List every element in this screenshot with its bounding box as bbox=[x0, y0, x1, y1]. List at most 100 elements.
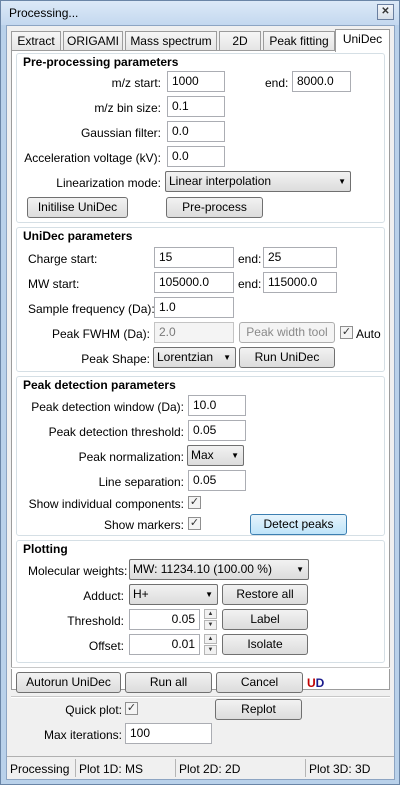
title-bar[interactable]: Processing... ✕ bbox=[1, 1, 399, 25]
mw-start-field[interactable]: 105000.0 bbox=[154, 272, 234, 293]
peak-window-field[interactable]: 10.0 bbox=[188, 395, 246, 416]
charge-start-field[interactable]: 15 bbox=[154, 247, 234, 268]
gaussian-filter-label: Gaussian filter: bbox=[80, 126, 161, 140]
tab-peak-fitting[interactable]: Peak fitting bbox=[263, 31, 335, 51]
unidec-logo: UD bbox=[307, 676, 324, 690]
adduct-value: H+ bbox=[133, 587, 149, 601]
tab-extract[interactable]: Extract bbox=[11, 31, 61, 51]
peak-shape-select[interactable]: Lorentzian ▼ bbox=[153, 347, 236, 368]
quick-plot-label: Quick plot: bbox=[65, 703, 122, 717]
mz-end-field[interactable]: 8000.0 bbox=[292, 71, 351, 92]
preprocessing-title: Pre-processing parameters bbox=[23, 55, 179, 69]
window-client: Extract ORIGAMI Mass spectrum 2D Peak fi… bbox=[6, 25, 395, 780]
status-plot3d: Plot 3D: 3D bbox=[309, 762, 371, 776]
sample-frequency-label: Sample frequency (Da): bbox=[28, 302, 155, 316]
separator bbox=[11, 667, 390, 669]
chevron-down-icon: ▼ bbox=[205, 590, 213, 599]
run-all-button[interactable]: Run all bbox=[125, 672, 212, 693]
mw-end-label: end: bbox=[238, 277, 262, 291]
mz-end-label: end: bbox=[265, 76, 289, 90]
unidec-params-title: UniDec parameters bbox=[23, 229, 133, 243]
accel-voltage-field[interactable]: 0.0 bbox=[167, 146, 225, 167]
chevron-down-icon: ▼ bbox=[338, 177, 346, 186]
offset-field[interactable]: 0.01 bbox=[129, 634, 200, 655]
adduct-label: Adduct: bbox=[83, 589, 124, 603]
spin-up-icon[interactable]: ▲ bbox=[204, 609, 217, 619]
spin-down-icon[interactable]: ▼ bbox=[204, 620, 217, 630]
chevron-down-icon: ▼ bbox=[223, 353, 231, 362]
linearization-label: Linearization mode: bbox=[56, 176, 161, 190]
offset-spinner[interactable]: ▲ ▼ bbox=[204, 634, 217, 655]
peak-normalization-select[interactable]: Max ▼ bbox=[187, 445, 244, 466]
peak-width-tool-button[interactable]: Peak width tool bbox=[239, 322, 335, 343]
replot-button[interactable]: Replot bbox=[215, 699, 302, 720]
status-plot1d: Plot 1D: MS bbox=[79, 762, 144, 776]
restore-all-button[interactable]: Restore all bbox=[222, 584, 308, 605]
peak-threshold-field[interactable]: 0.05 bbox=[188, 420, 246, 441]
close-icon[interactable]: ✕ bbox=[377, 4, 394, 20]
mw-end-field[interactable]: 115000.0 bbox=[263, 272, 337, 293]
molecular-weights-value: MW: 11234.10 (100.00 %) bbox=[133, 562, 272, 576]
initialise-unidec-button[interactable]: Initilise UniDec bbox=[27, 197, 128, 218]
bin-size-label: m/z bin size: bbox=[94, 101, 161, 115]
spin-up-icon[interactable]: ▲ bbox=[204, 634, 217, 644]
molecular-weights-select[interactable]: MW: 11234.10 (100.00 %) ▼ bbox=[129, 559, 309, 580]
cancel-button[interactable]: Cancel bbox=[216, 672, 303, 693]
linearization-value: Linear interpolation bbox=[169, 174, 272, 188]
isolate-button[interactable]: Isolate bbox=[222, 634, 308, 655]
peak-fwhm-label: Peak FWHM (Da): bbox=[51, 327, 150, 341]
detect-peaks-button[interactable]: Detect peaks bbox=[250, 514, 347, 535]
chevron-down-icon: ▼ bbox=[231, 451, 239, 460]
peak-fwhm-field[interactable]: 2.0 bbox=[154, 322, 234, 343]
peak-window-label: Peak detection window (Da): bbox=[31, 400, 184, 414]
max-iterations-field[interactable]: 100 bbox=[125, 723, 212, 744]
charge-start-label: Charge start: bbox=[28, 252, 98, 266]
quick-plot-checkbox[interactable]: ✓ bbox=[125, 702, 138, 715]
plot-threshold-field[interactable]: 0.05 bbox=[129, 609, 200, 630]
show-components-label: Show individual components: bbox=[28, 497, 184, 511]
peak-shape-label: Peak Shape: bbox=[81, 352, 150, 366]
unidec-panel: Pre-processing parameters m/z start: 100… bbox=[11, 50, 390, 690]
logo-u: U bbox=[307, 676, 316, 690]
gaussian-filter-field[interactable]: 0.0 bbox=[167, 121, 225, 142]
linearization-select[interactable]: Linear interpolation ▼ bbox=[165, 171, 351, 192]
chevron-down-icon: ▼ bbox=[296, 565, 304, 574]
autorun-unidec-button[interactable]: Autorun UniDec bbox=[16, 672, 121, 693]
run-unidec-button[interactable]: Run UniDec bbox=[239, 347, 335, 368]
show-components-checkbox[interactable]: ✓ bbox=[188, 496, 201, 509]
peak-normalization-label: Peak normalization: bbox=[78, 450, 184, 464]
peak-detection-group: Peak detection parameters Peak detection… bbox=[16, 376, 385, 536]
status-divider bbox=[75, 759, 76, 777]
label-button[interactable]: Label bbox=[222, 609, 308, 630]
plotting-title: Plotting bbox=[23, 542, 68, 556]
tab-2d[interactable]: 2D bbox=[219, 31, 261, 51]
peak-shape-value: Lorentzian bbox=[157, 350, 214, 364]
line-separation-label: Line separation: bbox=[98, 475, 184, 489]
accel-voltage-label: Acceleration voltage (kV): bbox=[24, 151, 161, 165]
preprocess-button[interactable]: Pre-process bbox=[166, 197, 263, 218]
status-bar: Processing Plot 1D: MS Plot 2D: 2D Plot … bbox=[7, 756, 394, 779]
charge-end-field[interactable]: 25 bbox=[263, 247, 337, 268]
line-separation-field[interactable]: 0.05 bbox=[188, 470, 246, 491]
window-title: Processing... bbox=[9, 6, 79, 20]
spin-down-icon[interactable]: ▼ bbox=[204, 645, 217, 655]
tab-origami[interactable]: ORIGAMI bbox=[63, 31, 123, 51]
plot-threshold-label: Threshold: bbox=[67, 614, 124, 628]
unidec-params-group: UniDec parameters Charge start: 15 end: … bbox=[16, 227, 385, 372]
status-state: Processing bbox=[10, 762, 70, 776]
plot-threshold-spinner[interactable]: ▲ ▼ bbox=[204, 609, 217, 630]
separator bbox=[11, 696, 390, 698]
auto-checkbox[interactable]: ✓ bbox=[340, 326, 353, 339]
peak-threshold-label: Peak detection threshold: bbox=[48, 425, 184, 439]
bin-size-field[interactable]: 0.1 bbox=[167, 96, 225, 117]
tab-unidec[interactable]: UniDec bbox=[335, 29, 390, 52]
tab-mass-spectrum[interactable]: Mass spectrum bbox=[125, 31, 217, 51]
show-markers-checkbox[interactable]: ✓ bbox=[188, 517, 201, 530]
peak-normalization-value: Max bbox=[191, 448, 214, 462]
max-iterations-label: Max iterations: bbox=[43, 728, 122, 742]
mz-start-field[interactable]: 1000 bbox=[167, 71, 225, 92]
processing-window: Processing... ✕ Extract ORIGAMI Mass spe… bbox=[0, 0, 400, 785]
sample-frequency-field[interactable]: 1.0 bbox=[154, 297, 234, 318]
adduct-select[interactable]: H+ ▼ bbox=[129, 584, 218, 605]
status-divider bbox=[175, 759, 176, 777]
